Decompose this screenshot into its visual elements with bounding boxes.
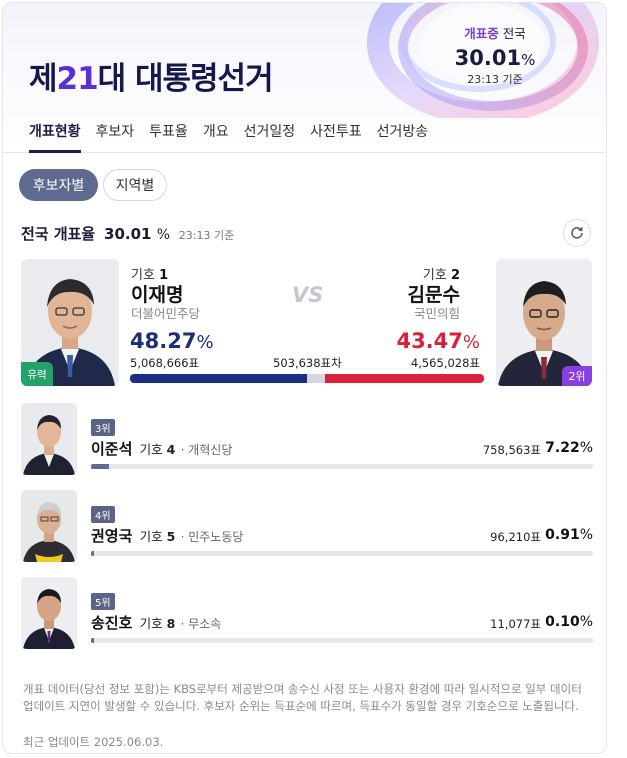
candidate-votes: 96,210표 <box>490 530 541 544</box>
vs-label: VS <box>292 283 324 307</box>
tab-candidates[interactable]: 후보자 <box>96 121 135 153</box>
tab-bar: 개표현황 후보자 투표율 개요 선거일정 사전투표 선거방송 <box>29 121 443 153</box>
count-percent-value: 30.01 <box>454 46 522 70</box>
head-to-head-bar <box>130 374 484 383</box>
candidate-2-percent: 43.47% <box>396 329 480 353</box>
election-title: 제21대 대통령선거 <box>29 53 274 98</box>
refresh-icon <box>571 227 583 239</box>
tab-count-status[interactable]: 개표현황 <box>29 121 81 153</box>
counting-label: 개표중 <box>464 26 499 41</box>
vote-share-fill <box>91 638 94 643</box>
title-suffix: 대 대통령선거 <box>97 61 274 97</box>
summary-label: 전국 개표율 <box>21 225 96 243</box>
tab-overview[interactable]: 개요 <box>203 121 229 153</box>
candidate-1-party: 더불어민주당 <box>131 306 201 321</box>
candidate-2-party: 국민의힘 <box>413 306 460 321</box>
election-card: 제21대 대통령선거 개표중 전국 30.01% 23:13 기준 개표현황 후… <box>2 2 607 754</box>
count-time: 23:13 기준 <box>467 73 523 86</box>
candidate-percent: 0.91% <box>545 527 593 543</box>
candidate-photo <box>21 490 77 562</box>
candidate-photo <box>21 403 77 475</box>
candidate-1-percent: 48.27% <box>130 329 214 353</box>
national-count-summary: 전국 개표율 30.01 % 23:13 기준 <box>21 223 234 244</box>
candidate-row[interactable]: 3위 이준석 기호 4 · 개혁신당 758,563표 7.22% <box>21 403 593 477</box>
candidate-photo <box>21 577 77 649</box>
candidate-votes: 11,077표 <box>490 617 541 631</box>
title-prefix: 제 <box>29 61 58 97</box>
election-header: 제21대 대통령선거 개표중 전국 30.01% 23:13 기준 개표현황 후… <box>3 3 606 153</box>
tab-early-voting[interactable]: 사전투표 <box>310 121 362 153</box>
vote-share-fill <box>91 551 94 556</box>
candidate-row[interactable]: 5위 송진호 기호 8 · 무소속 11,077표 0.10% <box>21 577 593 651</box>
gap-bar <box>307 374 325 383</box>
refresh-button[interactable] <box>563 219 591 247</box>
candidate-1-photo[interactable]: 유력 <box>21 259 119 386</box>
candidate-percent: 0.10% <box>545 614 593 630</box>
candidate-percent: 7.22% <box>545 440 593 456</box>
data-notice: 개표 데이터(당선 정보 포함)는 KBS로부터 제공받으며 송수신 사정 또는… <box>23 682 582 713</box>
vote-share-bar <box>91 464 593 469</box>
last-updated: 최근 업데이트 2025.06.03. <box>23 735 164 749</box>
summary-percent: 30.01 % <box>104 225 171 243</box>
candidate-2-bar <box>324 374 484 383</box>
vote-gap: 503,638표차 <box>273 356 342 370</box>
rank-badge: 5위 <box>91 593 115 610</box>
candidate-1-votes: 5,068,666표 <box>130 356 200 370</box>
candidate-row[interactable]: 4위 권영국 기호 5 · 민주노동당 96,210표 0.91% <box>21 490 593 564</box>
count-percent-unit: % <box>521 51 536 69</box>
candidate-name: 권영국 기호 5 · 민주노동당 <box>91 527 244 545</box>
leading-badge: 유력 <box>21 362 53 386</box>
rank-badge: 3위 <box>91 419 115 436</box>
filter-by-candidate[interactable]: 후보자별 <box>19 169 98 201</box>
count-status: 개표중 전국 30.01% 23:13 기준 <box>445 23 545 87</box>
candidate-name: 송진호 기호 8 · 무소속 <box>91 614 222 632</box>
vote-share-bar <box>91 638 593 643</box>
count-percent: 30.01% <box>445 46 545 70</box>
tab-turnout[interactable]: 투표율 <box>149 121 188 153</box>
filter-by-region[interactable]: 지역별 <box>103 169 167 201</box>
rank-2-badge: 2위 <box>562 366 592 386</box>
candidate-votes: 758,563표 <box>482 443 541 457</box>
summary-time: 23:13 기준 <box>178 229 235 242</box>
count-area: 전국 <box>502 26 526 41</box>
tab-schedule[interactable]: 선거일정 <box>244 121 296 153</box>
title-number: 21 <box>56 61 99 97</box>
candidate-1-bar <box>130 374 307 383</box>
vote-share-fill <box>91 464 110 469</box>
candidate-name: 이준석 기호 4 · 개혁신당 <box>91 440 233 458</box>
rank-badge: 4위 <box>91 506 115 523</box>
candidate-2-votes: 4,565,028표 <box>410 356 480 370</box>
vote-share-bar <box>91 551 593 556</box>
candidate-2-photo[interactable]: 2위 <box>496 259 592 386</box>
tab-broadcast[interactable]: 선거방송 <box>377 121 429 153</box>
